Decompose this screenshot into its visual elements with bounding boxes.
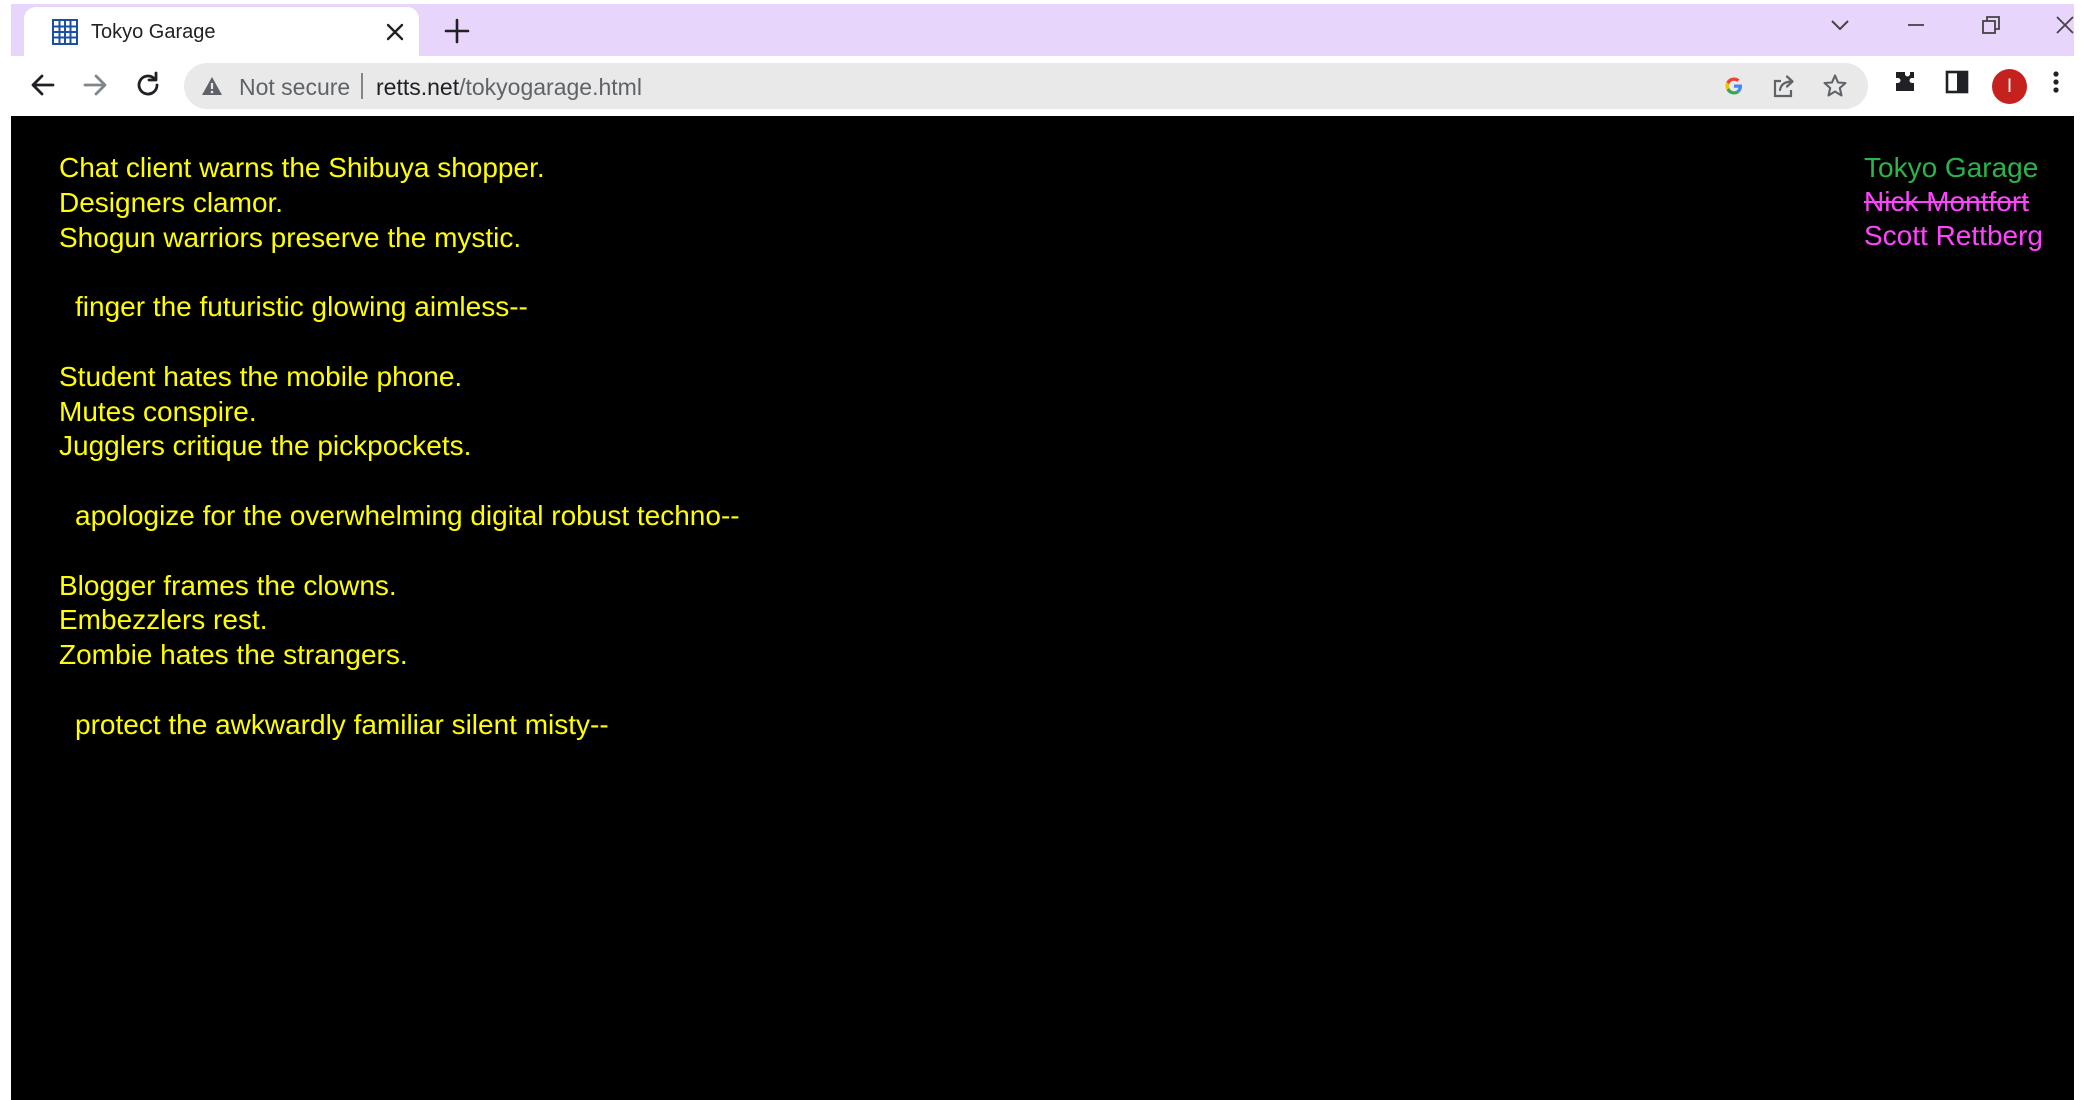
google-icon[interactable] [1721,73,1747,99]
bookmark-star-icon[interactable] [1822,73,1848,99]
poem-line: Zombie hates the strangers. [59,639,408,671]
share-icon[interactable] [1771,73,1797,99]
credit-struck-author: Nick Montfort [1864,186,2029,217]
browser-window: Tokyo Garage Not secure retts.net/tokyog… [0,0,2085,1100]
warning-triangle-icon[interactable] [201,75,223,97]
back-arrow-icon[interactable] [28,70,58,100]
stanza-gap [59,534,740,569]
restore-icon[interactable] [1980,14,2002,36]
more-menu-icon[interactable] [2048,68,2064,96]
tab-title: Tokyo Garage [91,21,216,43]
extensions-puzzle-icon[interactable] [1891,68,1919,96]
stanza-gap [59,255,740,290]
browser-toolbar: Not secure retts.net/tokyogarage.html I [0,56,2085,116]
stanza-gap [59,464,740,499]
address-bar[interactable]: Not secure retts.net/tokyogarage.html [184,63,1868,109]
poem-line: Chat client warns the Shibuya shopper. [59,152,545,183]
close-tab-icon[interactable] [385,22,405,42]
poem-line: Blogger frames the clowns. [59,569,397,601]
poem-refrain: apologize for the overwhelming digital r… [75,499,740,531]
url-path: /tokyogarage.html [459,74,642,100]
poem-refrain: finger the futuristic glowing aimless-- [75,291,528,323]
poem-line: Mutes conspire. [59,395,257,427]
poem-refrain: protect the awkwardly familiar silent mi… [75,708,609,740]
stanza-gap [59,673,740,708]
url-host: retts.net [376,74,460,100]
url-text[interactable]: retts.net/tokyogarage.html [376,74,642,101]
poem-line: Student hates the mobile phone. [59,360,463,392]
tab-strip: Tokyo Garage [11,4,2074,56]
stanza-gap [59,325,740,360]
credits: Tokyo Garage Nick Montfort Scott Rettber… [1864,151,2043,253]
poem-line: Designers clamor. [59,186,284,218]
tab-tokyo-garage[interactable]: Tokyo Garage [24,7,419,56]
credit-author: Scott Rettberg [1864,220,2043,251]
poem-line: Shogun warriors preserve the mystic. [59,221,522,253]
poem-line: Embezzlers rest. [59,604,268,636]
poem: Chat client warns the Shibuya shopper. D… [59,151,740,743]
profile-avatar[interactable]: I [1992,69,2027,104]
side-panel-icon[interactable] [1943,68,1971,96]
reload-icon[interactable] [133,70,163,100]
forward-arrow-icon[interactable] [80,70,110,100]
grid-favicon-icon [52,19,78,45]
omnibox-divider [361,73,363,99]
new-tab-icon[interactable] [443,17,471,45]
security-status-label[interactable]: Not secure [239,74,350,101]
page-content: Chat client warns the Shibuya shopper. D… [11,116,2074,1100]
credit-title: Tokyo Garage [1864,152,2039,183]
tab-search-chevron-icon[interactable] [1829,14,1851,36]
minimize-icon[interactable] [1905,14,1927,36]
poem-line: Jugglers critique the pickpockets. [59,430,472,462]
close-window-icon[interactable] [2054,14,2076,36]
